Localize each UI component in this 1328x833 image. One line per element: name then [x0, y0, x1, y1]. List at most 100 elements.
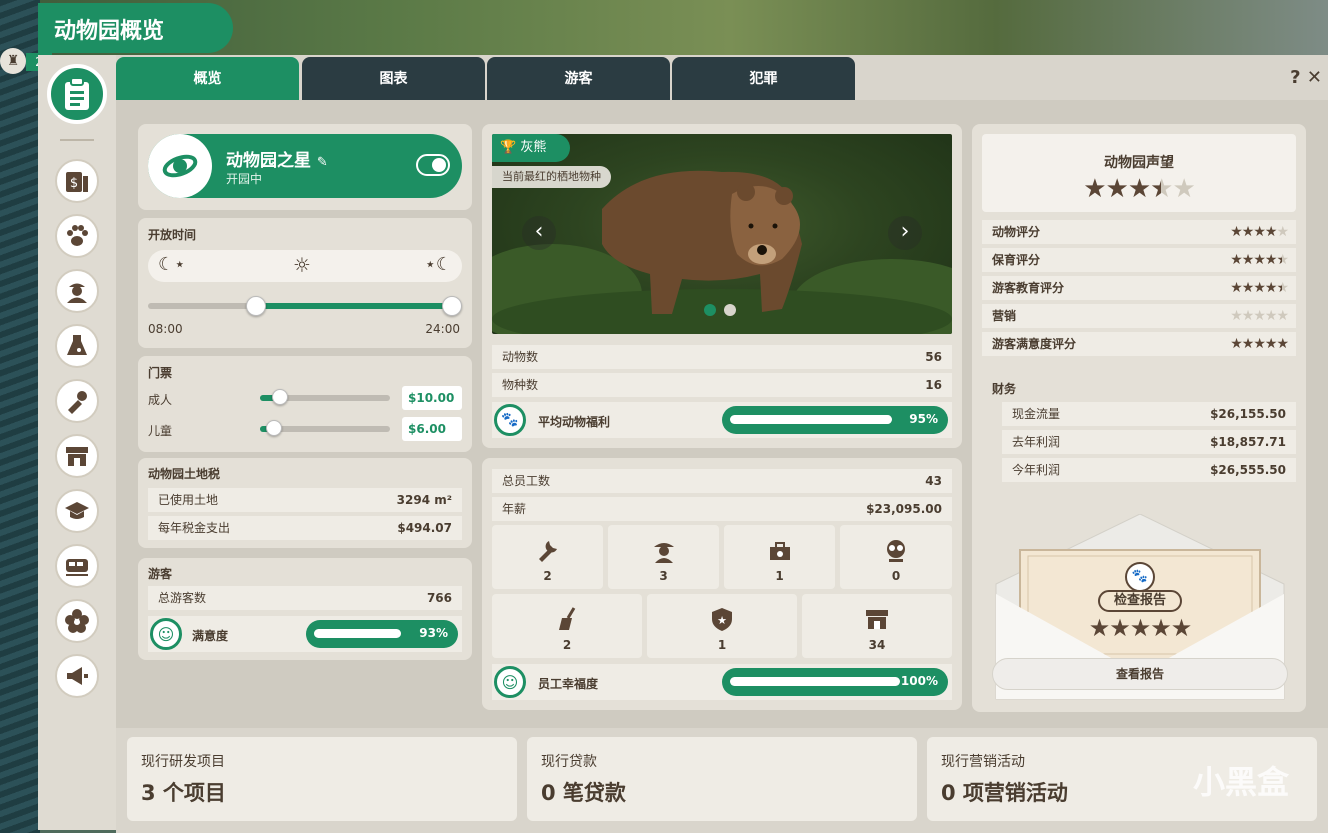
annual-tax-value: $494.07: [397, 521, 452, 535]
marketing-card[interactable]: 现行营销活动 0 项营销活动 小黑盒: [927, 737, 1317, 821]
used-land-row: 已使用土地 3294 m²: [148, 488, 462, 512]
sidebar-item-finance[interactable]: $: [55, 159, 99, 203]
tab-charts[interactable]: 图表: [302, 57, 485, 101]
sidebar-item-education[interactable]: [55, 489, 99, 533]
loans-card[interactable]: 现行贷款 0 笔贷款: [527, 737, 917, 821]
open-toggle[interactable]: [416, 154, 450, 176]
rating-stars: ★★★★★: [1230, 308, 1289, 324]
sidebar-item-maintenance[interactable]: [55, 379, 99, 423]
flower-icon: [65, 609, 89, 633]
mechanic-cell[interactable]: 2: [492, 525, 603, 589]
educator-cell[interactable]: 0: [840, 525, 952, 589]
view-report-button[interactable]: 查看报告: [992, 658, 1288, 690]
total-guests-value: 766: [426, 591, 452, 605]
train-icon: [66, 559, 88, 576]
sidebar-item-staff[interactable]: [55, 269, 99, 313]
overview-clipboard-button[interactable]: [47, 64, 107, 124]
vet-icon: [769, 542, 790, 560]
close-button[interactable]: ✕: [1307, 67, 1322, 88]
toggle-knob: [432, 158, 446, 172]
welfare-label: 平均动物福利: [538, 415, 611, 429]
zoo-star-card: 动物园之星 ✎ 开园中: [138, 124, 472, 210]
carousel-prev-button[interactable]: ‹: [522, 216, 556, 250]
tab-bar: 概览 图表 游客 犯罪 ? ✕: [116, 55, 1328, 103]
janitor-count: 2: [562, 638, 572, 652]
staff-icon: [67, 283, 87, 303]
inspection-report: 🐾 检查报告 ★★★★★ 查看报告: [986, 514, 1294, 702]
day-cycle-bar: ☾⋆ ☼ ⋆☾: [148, 250, 462, 282]
vet-count: 1: [775, 569, 784, 583]
rating-label: 游客满意度评分: [992, 337, 1077, 351]
vendor-count: 34: [868, 638, 886, 652]
annual-tax-row: 每年税金支出 $494.07: [148, 516, 462, 540]
sidebar-item-marketing[interactable]: [55, 654, 99, 698]
megaphone-icon: [67, 667, 88, 685]
carousel-next-button[interactable]: ›: [888, 216, 922, 250]
guests-card: 游客 总游客数 766 ☺ 满意度 93%: [138, 558, 472, 660]
satisfaction-bar-fill: [314, 629, 402, 638]
staff-happiness-bar: 100%: [722, 668, 948, 696]
rating-row: 游客教育评分 ★★★★★: [982, 276, 1296, 300]
species-count-value: 16: [925, 378, 942, 392]
finance-item-value: $18,857.71: [1210, 435, 1286, 449]
finance-row: 现金流量 $26,155.50: [1002, 402, 1296, 426]
total-guests-label: 总游客数: [158, 591, 207, 605]
loans-title: 现行贷款: [541, 754, 597, 770]
keeper-cell[interactable]: 3: [608, 525, 719, 589]
welfare-value: 95%: [909, 412, 938, 426]
used-land-value: 3294 m²: [396, 493, 452, 507]
sidebar-item-conservation[interactable]: [55, 599, 99, 643]
carousel-dot-active[interactable]: [704, 304, 716, 316]
rating-stars: ★★★★★: [1230, 336, 1289, 352]
help-button[interactable]: ?: [1290, 67, 1300, 88]
child-price-handle[interactable]: [266, 420, 282, 436]
welfare-bar: 95%: [722, 406, 948, 434]
marketing-title: 现行营销活动: [941, 754, 1025, 770]
satisfaction-label: 满意度: [192, 629, 229, 643]
reputation-stars: ★★★★★: [1083, 174, 1196, 204]
report-stars: ★★★★★: [1088, 614, 1193, 642]
welfare-row: 🐾 平均动物福利 95%: [492, 402, 952, 438]
carousel-dot[interactable]: [724, 304, 736, 316]
salary-value: $23,095.00: [866, 502, 942, 516]
sidebar-item-transport[interactable]: [55, 544, 99, 588]
shop-icon: [66, 447, 88, 466]
zoo-name[interactable]: 动物园之星 ✎: [226, 146, 328, 171]
adult-price-handle[interactable]: [272, 389, 288, 405]
sidebar-item-shops[interactable]: [55, 434, 99, 478]
svg-text:$: $: [70, 176, 78, 191]
mechanic-count: 2: [543, 569, 552, 583]
window-controls: ? ✕: [1290, 67, 1322, 88]
tab-crime[interactable]: 犯罪: [672, 57, 855, 101]
tab-guests[interactable]: 游客: [487, 57, 670, 101]
paw-welfare-icon: 🐾: [494, 404, 526, 436]
tab-overview[interactable]: 概览: [116, 57, 299, 101]
marketing-value: 0 项营销活动: [941, 781, 1068, 805]
vet-cell[interactable]: 1: [724, 525, 835, 589]
tickets-label: 门票: [148, 366, 173, 380]
open-time-handle[interactable]: [246, 296, 266, 316]
land-tax-card: 动物园土地税 已使用土地 3294 m² 每年税金支出 $494.07: [138, 458, 472, 548]
zoo-status: 开园中: [226, 172, 263, 186]
research-card[interactable]: 现行研发项目 3 个项目: [127, 737, 517, 821]
sun-icon: ☼: [293, 253, 311, 277]
research-value: 3 个项目: [141, 781, 226, 805]
broom-icon: [559, 607, 576, 630]
sidebar-item-animals[interactable]: [55, 214, 99, 258]
staff-happiness-row: ☺ 员工幸福度 100%: [492, 664, 952, 700]
zoo-star-banner: 动物园之星 ✎ 开园中: [148, 134, 462, 198]
vendor-cell[interactable]: 34: [802, 594, 952, 658]
close-time-handle[interactable]: [442, 296, 462, 316]
trophy-icon: 🏆: [500, 140, 517, 155]
security-cell[interactable]: ★ 1: [647, 594, 797, 658]
staff-happiness-label: 员工幸福度: [538, 677, 599, 691]
child-price-field[interactable]: $6.00: [402, 417, 462, 441]
adult-price-field[interactable]: $10.00: [402, 386, 462, 410]
janitor-cell[interactable]: 2: [492, 594, 642, 658]
hours-range-fill: [256, 303, 452, 309]
reputation-title: 动物园声望: [1104, 155, 1174, 171]
edit-pencil-icon[interactable]: ✎: [317, 155, 328, 170]
total-staff-row: 总员工数 43: [492, 469, 952, 493]
sidebar-item-research[interactable]: [55, 324, 99, 368]
watermark: 小黑盒: [1192, 763, 1289, 801]
